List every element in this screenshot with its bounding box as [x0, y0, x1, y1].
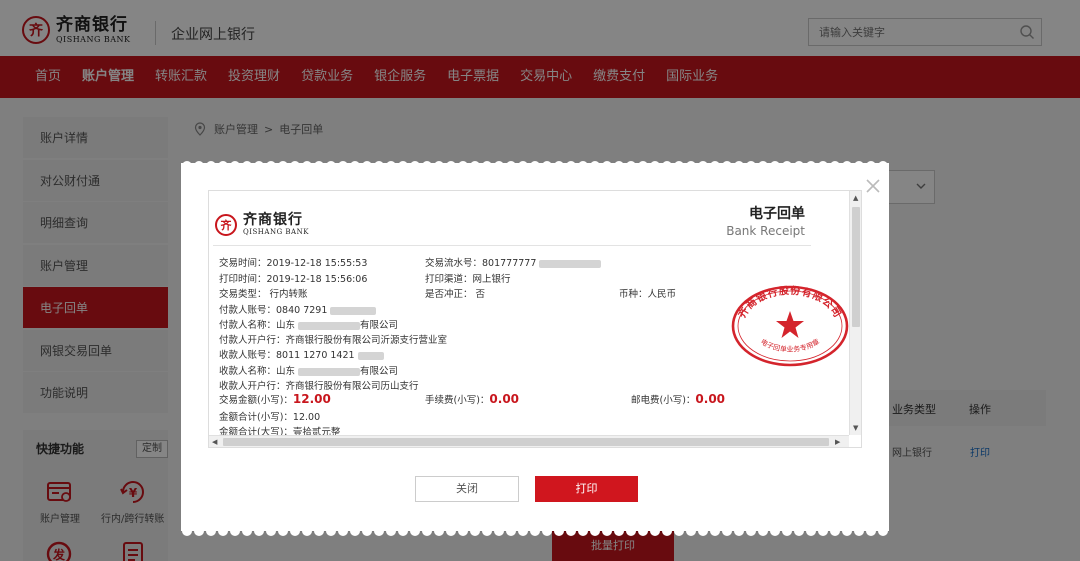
field-payee-bank: 收款人开户行：齐商银行股份有限公司历山支行 [219, 381, 419, 392]
receipt-title: 电子回单 [749, 206, 805, 222]
modal-scalloped-bottom-edge [181, 531, 889, 538]
field-trade-type: 交易类型： 行内转账 [219, 289, 308, 300]
field-payer-account: 付款人账号：0840 7291 [219, 302, 377, 316]
redacted-block [298, 367, 361, 376]
receipt-horizontal-scrollbar[interactable]: ◀ ▶ [209, 435, 849, 447]
redacted-block [330, 306, 377, 315]
vertical-scroll-thumb[interactable] [852, 207, 860, 327]
receipt-bank-logo-icon: 齐 [215, 213, 237, 236]
receipt-viewer[interactable]: 齐 齐商银行 QISHANG BANK 电子回单 Bank Receipt 交易… [208, 190, 862, 448]
modal-close-icon[interactable] [865, 178, 881, 194]
field-payee-name: 收款人名称：山东 有限公司 [219, 366, 399, 377]
field-payee-account: 收款人账号：8011 1270 1421 [219, 347, 384, 361]
official-seal-stamp: 齐商银行股份有限公司 电子回单业务专用章 [731, 284, 849, 367]
field-reversal: 是否冲正： 否 [425, 289, 486, 300]
field-currency: 币种：人民币 [619, 289, 677, 300]
close-button[interactable]: 关闭 [415, 476, 519, 502]
field-serial-no: 交易流水号：801777777 [425, 255, 602, 269]
scroll-right-arrow-icon[interactable]: ▶ [835, 437, 840, 447]
field-print-channel: 打印渠道：网上银行 [425, 274, 511, 285]
receipt-divider [213, 245, 811, 246]
field-print-time: 打印时间：2019-12-18 15:56:06 [219, 274, 368, 285]
receipt-bank-logo: 齐 齐商银行 QISHANG BANK [215, 213, 309, 236]
field-payer-bank: 付款人开户行：齐商银行股份有限公司沂源支行营业室 [219, 335, 448, 346]
redacted-block [539, 259, 602, 268]
seal-star-icon [776, 311, 804, 338]
svg-text:电子回单业务专用章: 电子回单业务专用章 [759, 337, 821, 354]
field-total-small: 金额合计(小写)：12.00 [219, 412, 321, 423]
horizontal-scroll-thumb[interactable] [223, 438, 829, 446]
field-trade-time: 交易时间：2019-12-18 15:55:53 [219, 258, 368, 269]
receipt-subtitle: Bank Receipt [726, 224, 805, 238]
redacted-block [298, 321, 361, 330]
scroll-up-arrow-icon[interactable]: ▲ [853, 193, 858, 203]
field-amount: 交易金额(小写)：12.00 [219, 392, 331, 406]
field-postage: 邮电费(小写)：0.00 [631, 392, 726, 406]
scroll-left-arrow-icon[interactable]: ◀ [212, 437, 217, 447]
receipt-bank-name-cn: 齐商银行 [243, 212, 303, 228]
field-fee: 手续费(小写)：0.00 [425, 392, 520, 406]
receipt-bank-name-en: QISHANG BANK [243, 228, 309, 236]
print-button[interactable]: 打印 [535, 476, 638, 502]
scroll-down-arrow-icon[interactable]: ▼ [853, 423, 858, 433]
redacted-block [357, 351, 384, 360]
receipt-vertical-scrollbar[interactable]: ▲ ▼ [849, 191, 861, 435]
field-payer-name: 付款人名称：山东 有限公司 [219, 320, 399, 331]
seal-inner-text: 电子回单业务专用章 [759, 337, 821, 354]
e-receipt-document: 齐 齐商银行 QISHANG BANK 电子回单 Bank Receipt 交易… [209, 191, 849, 438]
